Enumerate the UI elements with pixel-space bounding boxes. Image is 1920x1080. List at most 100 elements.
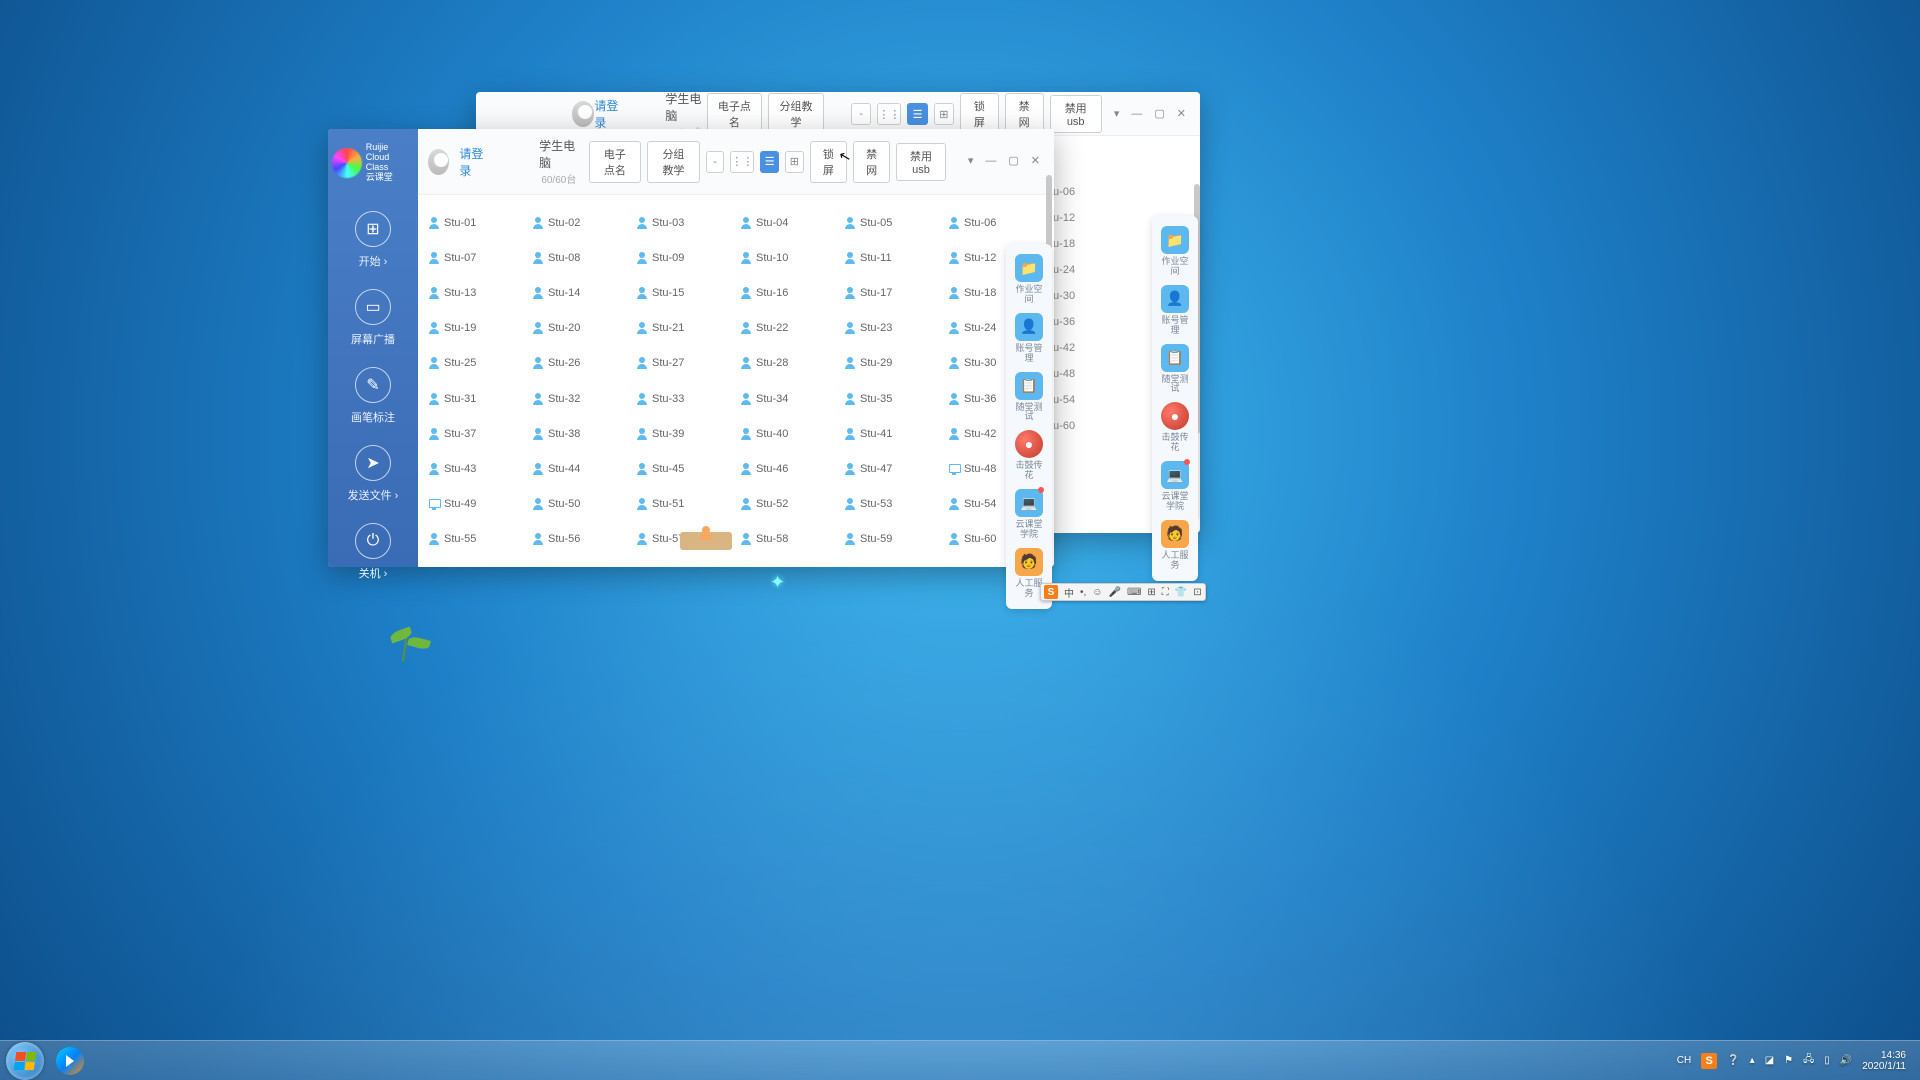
sidebar-annotate[interactable]: ✎ 画笔标注 xyxy=(338,357,408,435)
student-item[interactable]: Stu-39 xyxy=(636,422,732,445)
ime-punct-icon[interactable]: •, xyxy=(1080,587,1086,598)
student-item[interactable]: Stu-26 xyxy=(532,352,628,375)
tray-clock[interactable]: 14:36 2020/1/11 xyxy=(1862,1050,1906,1072)
view-list-button[interactable]: ☰ xyxy=(760,151,779,173)
login-link[interactable]: 请登录 xyxy=(459,145,489,179)
tray-battery-icon[interactable]: ▯ xyxy=(1824,1055,1830,1066)
panel-academy[interactable]: 💻云课堂学院 xyxy=(1158,461,1192,512)
student-item[interactable]: Stu-07 xyxy=(428,246,524,269)
student-item[interactable]: Stu-29 xyxy=(844,352,940,375)
student-item[interactable]: Stu-01 xyxy=(428,211,524,234)
panel-homework[interactable]: 📁作业空间 xyxy=(1012,254,1046,305)
student-item[interactable]: Stu-43 xyxy=(428,457,524,480)
student-item[interactable]: Stu-34 xyxy=(740,387,836,410)
block-usb-button[interactable]: 禁用usb xyxy=(896,143,946,181)
student-item[interactable]: Stu-40 xyxy=(740,422,836,445)
student-item[interactable]: Stu-20 xyxy=(532,317,628,340)
student-item[interactable]: Stu-52 xyxy=(740,493,836,516)
zoom-out-button[interactable]: - xyxy=(706,151,725,173)
student-item[interactable]: Stu-50 xyxy=(532,493,628,516)
tray-network-icon[interactable]: 🖧 xyxy=(1803,1052,1814,1069)
student-item[interactable]: Stu-37 xyxy=(428,422,524,445)
student-item[interactable]: Stu-49 xyxy=(428,493,524,516)
block-usb-button[interactable]: 禁用usb xyxy=(1050,95,1102,133)
student-item[interactable]: Stu-25 xyxy=(428,352,524,375)
ime-mic-icon[interactable]: 🎤 xyxy=(1109,587,1121,598)
student-item[interactable]: Stu-02 xyxy=(532,211,628,234)
sidebar-send-file[interactable]: ➤ 发送文件 › xyxy=(338,435,408,513)
view-grid-button[interactable]: ⊞ xyxy=(785,151,804,173)
tray-flag-icon[interactable]: ⚑ xyxy=(1784,1055,1793,1066)
block-net-button[interactable]: 禁网 xyxy=(853,141,890,183)
minimize-button[interactable]: — xyxy=(985,156,996,167)
view-detail-button[interactable]: ⋮⋮ xyxy=(730,151,754,173)
tray-lang[interactable]: CH xyxy=(1677,1055,1691,1066)
student-item[interactable]: Stu-38 xyxy=(532,422,628,445)
view-detail-button[interactable]: ⋮⋮ xyxy=(877,103,901,125)
student-item[interactable]: Stu-53 xyxy=(844,493,940,516)
student-item[interactable]: Stu-17 xyxy=(844,281,940,304)
tray-sogou-icon[interactable]: S xyxy=(1701,1053,1717,1069)
student-item[interactable]: Stu-16 xyxy=(740,281,836,304)
panel-support[interactable]: 🧑人工服务 xyxy=(1158,520,1192,571)
panel-academy[interactable]: 💻云课堂学院 xyxy=(1012,489,1046,540)
student-item[interactable]: Stu-23 xyxy=(844,317,940,340)
student-item[interactable]: Stu-19 xyxy=(428,317,524,340)
ime-keyboard-icon[interactable]: ⌨ xyxy=(1127,587,1141,598)
student-item[interactable]: Stu-13 xyxy=(428,281,524,304)
panel-quiz[interactable]: 📋随堂测试 xyxy=(1158,344,1192,395)
student-item[interactable]: Stu-21 xyxy=(636,317,732,340)
student-item[interactable]: Stu-35 xyxy=(844,387,940,410)
panel-account[interactable]: 👤账号管理 xyxy=(1158,285,1192,336)
panel-quiz[interactable]: 📋随堂测试 xyxy=(1012,372,1046,423)
dropdown-icon[interactable]: ▾ xyxy=(1114,109,1120,120)
student-item[interactable]: Stu-44 xyxy=(532,457,628,480)
group-teach-button[interactable]: 分组教学 xyxy=(647,141,700,183)
student-item[interactable]: Stu-41 xyxy=(844,422,940,445)
ime-box-icon[interactable]: ⛶ xyxy=(1162,587,1169,598)
student-item[interactable]: Stu-59 xyxy=(844,528,940,551)
maximize-button[interactable]: ▢ xyxy=(1008,156,1018,167)
ime-sogou-icon[interactable]: S xyxy=(1044,585,1058,599)
student-item[interactable]: Stu-27 xyxy=(636,352,732,375)
student-item[interactable]: Stu-08 xyxy=(532,246,628,269)
sidebar-shutdown[interactable]: ⏻ 关机 › xyxy=(338,513,408,591)
minimize-button[interactable]: — xyxy=(1131,109,1142,120)
student-item[interactable]: Stu-28 xyxy=(740,352,836,375)
student-item[interactable]: Stu-05 xyxy=(844,211,940,234)
close-button[interactable]: ✕ xyxy=(1177,109,1186,120)
student-item[interactable]: Stu-45 xyxy=(636,457,732,480)
close-button[interactable]: ✕ xyxy=(1031,156,1040,167)
start-button[interactable] xyxy=(6,1042,44,1080)
student-item[interactable]: Stu-51 xyxy=(636,493,732,516)
ime-emoji-icon[interactable]: ☺ xyxy=(1092,587,1102,598)
student-item[interactable]: Stu-14 xyxy=(532,281,628,304)
student-item[interactable]: Stu-56 xyxy=(532,528,628,551)
student-item[interactable]: Stu-09 xyxy=(636,246,732,269)
panel-account[interactable]: 👤账号管理 xyxy=(1012,313,1046,364)
ime-grid-icon[interactable]: ⊞ xyxy=(1147,587,1155,598)
dropdown-icon[interactable]: ▾ xyxy=(968,156,974,167)
student-item[interactable]: Stu-03 xyxy=(636,211,732,234)
ime-lang[interactable]: 中 xyxy=(1064,585,1074,600)
ime-toolbar[interactable]: S 中 •, ☺ 🎤 ⌨ ⊞ ⛶ 👕 ⊡ xyxy=(1040,583,1206,601)
student-item[interactable]: Stu-47 xyxy=(844,457,940,480)
panel-homework[interactable]: 📁作业空间 xyxy=(1158,226,1192,277)
student-item[interactable]: Stu-31 xyxy=(428,387,524,410)
student-item[interactable]: Stu-33 xyxy=(636,387,732,410)
student-item[interactable]: Stu-04 xyxy=(740,211,836,234)
sidebar-start[interactable]: ⊞ 开始 › xyxy=(338,201,408,279)
student-item[interactable]: Stu-46 xyxy=(740,457,836,480)
student-item[interactable]: Stu-06 xyxy=(948,211,1044,234)
sidebar-broadcast[interactable]: ▭ 屏幕广播 xyxy=(338,279,408,357)
student-item[interactable]: Stu-22 xyxy=(740,317,836,340)
student-item[interactable]: Stu-32 xyxy=(532,387,628,410)
student-item[interactable]: Stu-11 xyxy=(844,246,940,269)
roll-call-button[interactable]: 电子点名 xyxy=(589,141,642,183)
tray-shield-icon[interactable]: ◪ xyxy=(1765,1055,1774,1066)
panel-drum[interactable]: ●击鼓传花 xyxy=(1158,402,1192,453)
view-grid-button[interactable]: ⊞ xyxy=(934,103,954,125)
student-item[interactable]: Stu-15 xyxy=(636,281,732,304)
ime-menu-icon[interactable]: ⊡ xyxy=(1193,587,1201,598)
student-item[interactable]: Stu-55 xyxy=(428,528,524,551)
